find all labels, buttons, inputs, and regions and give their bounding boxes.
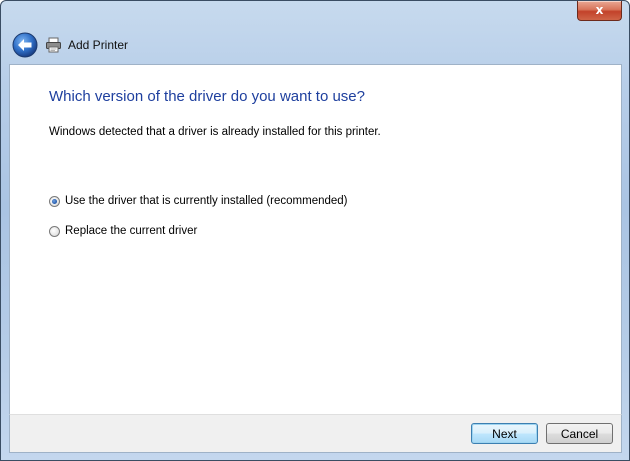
back-button[interactable] [12,32,38,58]
option-use-installed-driver[interactable]: Use the driver that is currently install… [49,193,348,209]
close-icon: x [595,3,604,17]
description-text: Windows detected that a driver is alread… [49,126,381,138]
page-title: Which version of the driver do you want … [49,88,365,105]
radio-button-checked[interactable] [49,195,60,207]
navigation-bar: Add Printer [1,29,629,63]
window-frame: x Add Printer Which version of the drive… [0,0,630,461]
option-label: Replace the current driver [65,225,198,237]
button-bar: Next Cancel [9,414,622,453]
back-arrow-icon [12,32,38,58]
cancel-button[interactable]: Cancel [546,423,613,444]
radio-button-unchecked[interactable] [49,225,60,237]
next-button[interactable]: Next [471,423,538,444]
wizard-content: Which version of the driver do you want … [9,64,622,415]
option-replace-driver[interactable]: Replace the current driver [49,223,197,239]
option-label: Use the driver that is currently install… [65,195,348,207]
window-title: Add Printer [68,38,129,52]
close-button[interactable]: x [577,1,622,21]
printer-icon [45,37,63,53]
